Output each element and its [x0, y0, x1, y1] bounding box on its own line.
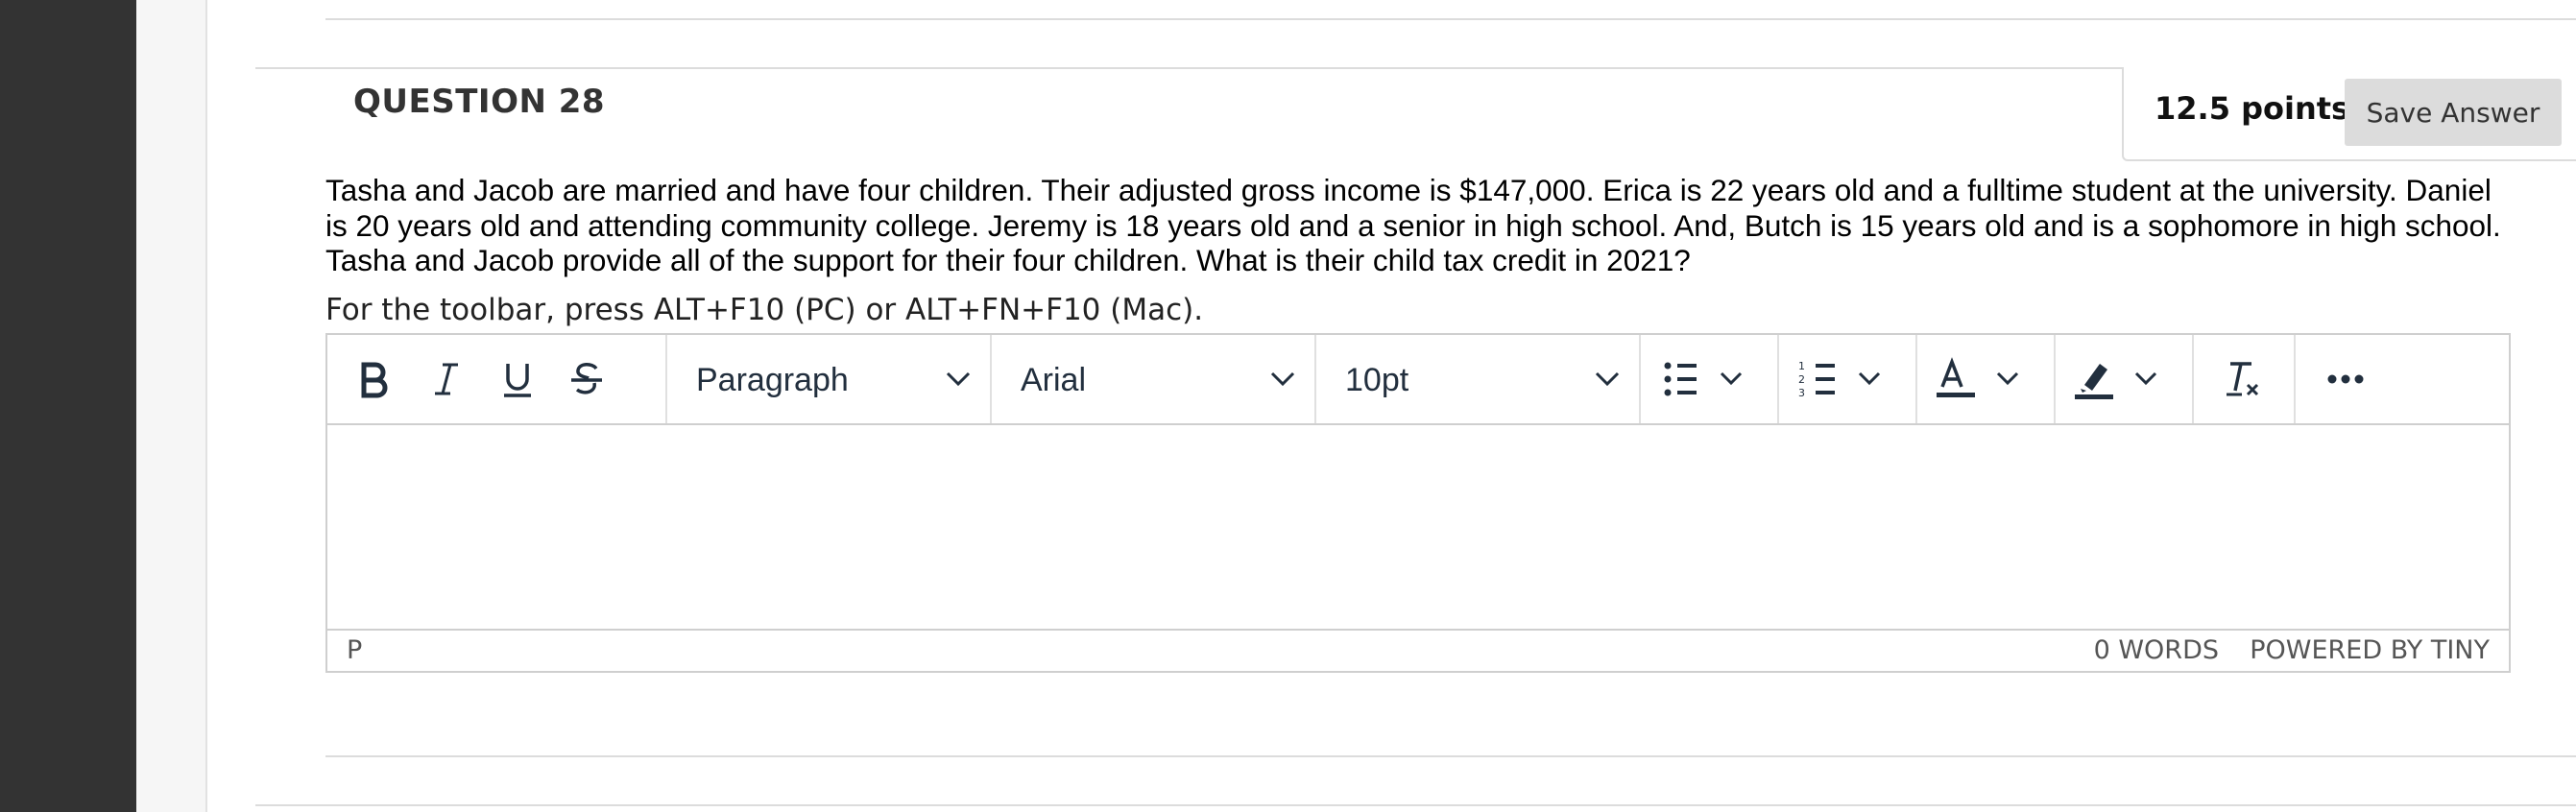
more-icon: [2327, 374, 2364, 384]
element-path[interactable]: P: [347, 635, 362, 665]
clear-formatting-button[interactable]: [2194, 335, 2294, 423]
editor-statusbar: P 0 WORDS POWERED BY TINY: [327, 629, 2509, 671]
underline-button[interactable]: [489, 335, 546, 423]
highlight-icon: [2075, 364, 2157, 399]
text-color-icon: [1937, 357, 2019, 397]
toolbar-hint: For the toolbar, press ALT+F10 (PC) or A…: [325, 293, 1204, 327]
font-size-value: 10pt: [1345, 362, 1409, 398]
text-color-button[interactable]: [1917, 335, 2054, 423]
numbered-list-button[interactable]: 1 2 3: [1779, 335, 1915, 423]
points-panel: 12.5 points Save Answer: [2122, 67, 2576, 161]
word-count[interactable]: 0 WORDS: [2094, 635, 2219, 665]
font-size-dropdown[interactable]: 10pt: [1316, 335, 1639, 423]
chevron-down-icon: [946, 371, 971, 387]
chevron-down-icon: [1595, 371, 1620, 387]
block-format-dropdown[interactable]: Paragraph: [667, 335, 990, 423]
font-family-dropdown[interactable]: Arial: [992, 335, 1314, 423]
editor-content-area[interactable]: [327, 425, 2509, 631]
numbered-list-icon: 1 2 3: [1798, 360, 1881, 399]
rich-text-editor: Paragraph Arial 10pt 1 2 3 P 0 WORDS POW…: [325, 333, 2511, 673]
points-value: 12.5 points: [2155, 90, 2350, 127]
bullet-list-icon: [1664, 362, 1743, 396]
font-family-value: Arial: [1021, 362, 1087, 398]
next-question-border: [255, 804, 2576, 806]
strikethrough-icon: [571, 363, 602, 394]
italic-icon: [435, 363, 458, 395]
divider-top: [325, 18, 2576, 20]
bullet-list-button[interactable]: [1641, 335, 1777, 423]
save-answer-button[interactable]: Save Answer: [2345, 79, 2562, 146]
question-text: Tasha and Jacob are married and have fou…: [325, 173, 2501, 277]
highlight-color-button[interactable]: [2056, 335, 2192, 423]
italic-button[interactable]: [418, 335, 475, 423]
chevron-down-icon: [1270, 371, 1295, 387]
clear-formatting-icon: [2227, 362, 2259, 396]
underline-icon: [504, 364, 531, 397]
bold-button[interactable]: [345, 335, 402, 423]
powered-by-link[interactable]: POWERED BY TINY: [2250, 635, 2490, 665]
block-format-value: Paragraph: [696, 362, 849, 398]
question-title: QUESTION 28: [353, 83, 606, 121]
svg-text:3: 3: [1798, 387, 1805, 399]
svg-text:1: 1: [1798, 360, 1805, 372]
left-dark-panel: [0, 0, 136, 812]
divider-bottom: [325, 755, 2576, 757]
bold-icon: [361, 362, 388, 398]
left-gutter: [136, 0, 205, 812]
gutter-border: [205, 0, 207, 812]
strikethrough-button[interactable]: [558, 335, 615, 423]
editor-toolbar: Paragraph Arial 10pt 1 2 3: [327, 335, 2509, 425]
svg-text:2: 2: [1798, 373, 1805, 386]
more-options-button[interactable]: [2296, 335, 2395, 423]
